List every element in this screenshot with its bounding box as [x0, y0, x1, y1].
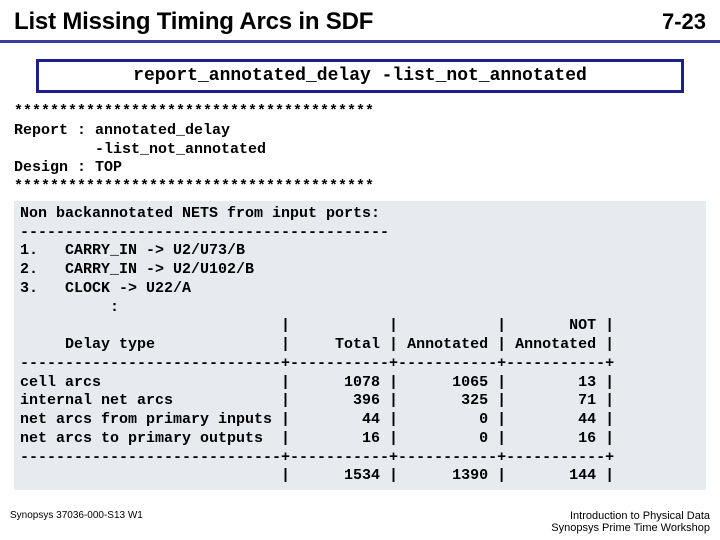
- table-sep-bottom: -----------------------------+----------…: [20, 449, 614, 466]
- table-row-primary-outputs: net arcs to primary outputs | 16 | 0 | 1…: [20, 430, 614, 447]
- net-row-3: 3. CLOCK -> U22/A: [20, 280, 191, 297]
- stars-top: ****************************************: [14, 103, 374, 120]
- table-row-cell-arcs: cell arcs | 1078 | 1065 | 13 |: [20, 374, 614, 391]
- nets-dashes: ----------------------------------------…: [20, 224, 389, 241]
- table-totals: | 1534 | 1390 | 144 |: [20, 467, 614, 484]
- net-row-2: 2. CARRY_IN -> U2/U102/B: [20, 261, 254, 278]
- slide-footer: Synopsys 37036-000-S13 W1 Introduction t…: [0, 510, 720, 534]
- report-line1: Report : annotated_delay: [14, 122, 230, 139]
- net-dots: :: [20, 299, 119, 316]
- page-number: 7-23: [662, 9, 706, 35]
- footer-right: Introduction to Physical Data Synopsys P…: [551, 510, 710, 534]
- report-meta: ****************************************…: [14, 103, 706, 197]
- table-row-internal-net-arcs: internal net arcs | 396 | 325 | 71 |: [20, 392, 614, 409]
- nets-heading: Non backannotated NETS from input ports:: [20, 205, 380, 222]
- slide-title: List Missing Timing Arcs in SDF: [14, 8, 373, 36]
- nets-block: Non backannotated NETS from input ports:…: [14, 201, 706, 490]
- table-sep-top: -----------------------------+----------…: [20, 355, 614, 372]
- table-hdr2: Delay type | Total | Annotated | Annotat…: [20, 336, 614, 353]
- table-row-primary-inputs: net arcs from primary inputs | 44 | 0 | …: [20, 411, 614, 428]
- report-line2: -list_not_annotated: [14, 141, 266, 158]
- command-box: report_annotated_delay -list_not_annotat…: [36, 59, 684, 93]
- net-row-1: 1. CARRY_IN -> U2/U73/B: [20, 242, 245, 259]
- report-line3: Design : TOP: [14, 159, 122, 176]
- footer-right-line1: Introduction to Physical Data: [551, 510, 710, 522]
- footer-right-line2: Synopsys Prime Time Workshop: [551, 522, 710, 534]
- command-text: report_annotated_delay -list_not_annotat…: [133, 66, 587, 86]
- slide-header: List Missing Timing Arcs in SDF 7-23: [0, 0, 720, 43]
- table-hdr1: | | | NOT |: [20, 317, 614, 334]
- stars-bottom: ****************************************: [14, 178, 374, 195]
- footer-left: Synopsys 37036-000-S13 W1: [10, 510, 143, 534]
